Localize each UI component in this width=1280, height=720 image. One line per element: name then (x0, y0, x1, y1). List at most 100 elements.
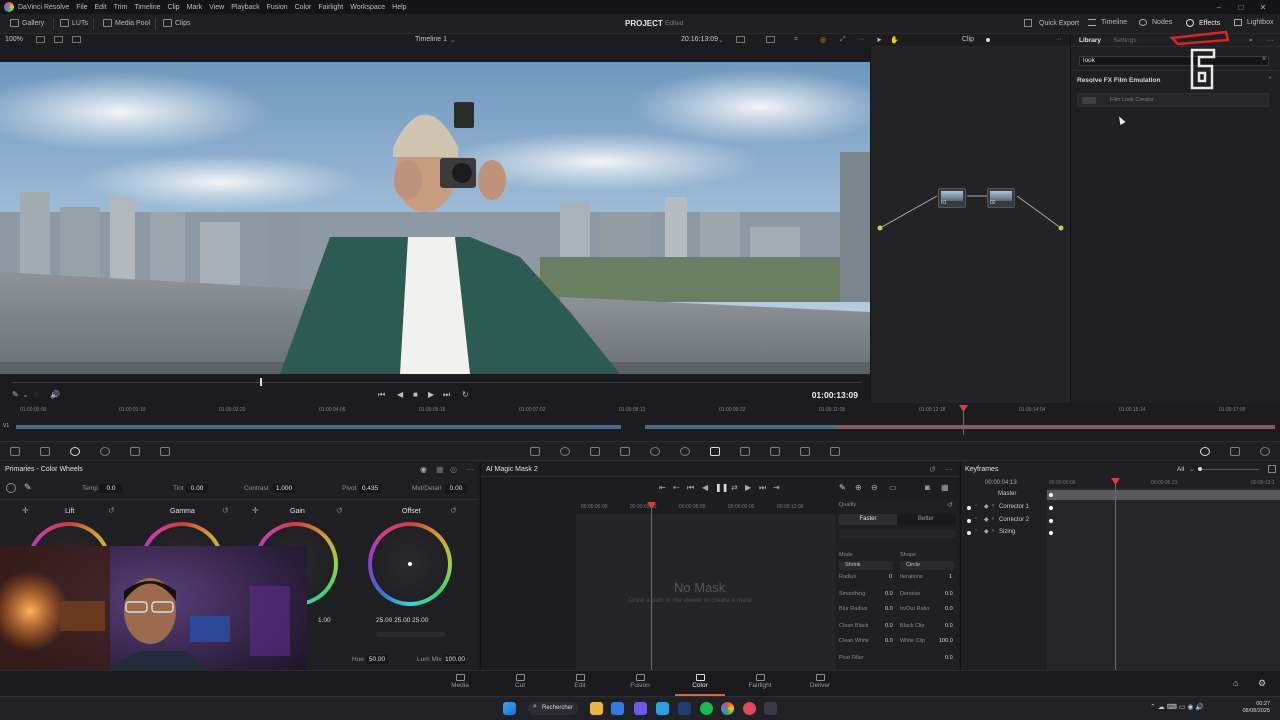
mask-grid-icon[interactable]: ▦ (941, 483, 949, 492)
loop-icon[interactable]: ⇄ (731, 483, 738, 492)
quality-option-field[interactable] (839, 530, 955, 538)
mini-timeline[interactable]: 01:00:00:00 01:00:01:10 01:00:02:20 01:0… (0, 403, 1280, 441)
contrast-field[interactable]: 1.000 (273, 484, 295, 493)
highlight-icon[interactable]: ◎ (820, 36, 826, 44)
menu-color[interactable]: Color (295, 4, 312, 11)
skip-back-icon[interactable]: ⏮ (378, 390, 385, 400)
menu-view[interactable]: View (209, 4, 224, 11)
tab-library[interactable]: Library (1079, 37, 1101, 44)
play-reverse-icon[interactable]: ◀ (397, 390, 403, 399)
white-clip-value[interactable]: 100.0 (939, 638, 953, 644)
keyframe-dot[interactable] (1049, 506, 1053, 510)
info-icon[interactable] (1260, 447, 1270, 456)
play-icon[interactable]: ▶ (745, 483, 751, 492)
lock-icon[interactable]: ▫ (975, 503, 977, 509)
monitor-icon[interactable] (766, 36, 775, 43)
color-match-icon[interactable] (40, 447, 50, 456)
chevron-down-icon[interactable]: ⌄ (22, 390, 29, 399)
offset-master-slider[interactable] (376, 632, 446, 637)
denoise-value[interactable]: 0.0 (945, 591, 953, 597)
blur-radius-value[interactable]: 0.0 (885, 606, 893, 612)
collapse-icon[interactable]: ⌃ (1267, 76, 1273, 84)
settings-gear-icon[interactable]: ⚙ (1258, 678, 1266, 689)
auto-balance-icon[interactable] (6, 483, 16, 493)
scrubber-head[interactable] (260, 378, 262, 386)
split-view-icon[interactable] (54, 36, 63, 43)
post-filter-value[interactable]: 0.0 (945, 655, 953, 661)
spotify-icon[interactable] (700, 702, 713, 715)
layout-icon[interactable] (736, 36, 745, 43)
tab-deliver[interactable]: Deliver (795, 674, 845, 689)
tracker-icon[interactable] (680, 447, 690, 456)
expand-icon[interactable] (1268, 465, 1276, 473)
rgb-mixer-icon[interactable] (130, 447, 140, 456)
magic-mask-icon[interactable] (710, 447, 720, 456)
lock-icon[interactable]: ▫ (975, 528, 977, 534)
node-02[interactable]: 02 (987, 188, 1015, 208)
reset-icon[interactable]: ↺ (450, 506, 457, 515)
node-editor[interactable]: 01 02 (870, 46, 1070, 404)
close-icon[interactable]: ✕ (1252, 3, 1274, 12)
keyframe-dot[interactable] (1049, 519, 1053, 523)
reset-icon[interactable]: ↺ (222, 506, 229, 515)
expand-row-icon[interactable]: › (992, 528, 994, 534)
keyframe-dot[interactable] (1049, 531, 1053, 535)
clean-black-value[interactable]: 0.0 (885, 623, 893, 629)
more-icon[interactable]: ··· (1055, 36, 1062, 43)
eyedropper-icon[interactable]: ✎ (12, 390, 19, 399)
lightbox-button[interactable]: Lightbox (1234, 19, 1273, 26)
keyframe-row-corrector1[interactable]: Corrector 1 (999, 504, 1029, 510)
track-prev-icon[interactable]: ⇠ (673, 483, 680, 492)
dual-view-icon[interactable] (72, 36, 81, 43)
lift-picker-icon[interactable]: ✛ (22, 506, 29, 515)
play-icon[interactable]: ▶ (428, 390, 434, 399)
clips-button[interactable]: Clips (163, 19, 191, 27)
gain-values[interactable]: 1.00 (318, 617, 331, 624)
pivot-field[interactable]: 0.435 (359, 484, 381, 493)
expand-row-icon[interactable]: › (992, 503, 994, 509)
skip-forward-icon[interactable]: ⏭ (443, 390, 450, 400)
chrome-icon[interactable] (721, 702, 734, 715)
mask-subtract-icon[interactable]: ⊖ (871, 483, 878, 492)
offset-wheel[interactable] (368, 522, 452, 606)
media-pool-button[interactable]: Media Pool (103, 19, 150, 27)
hand-icon[interactable]: ✋ (890, 36, 899, 44)
menu-mark[interactable]: Mark (187, 4, 203, 11)
better-button[interactable]: Better (897, 514, 955, 525)
tab-media[interactable]: Media (435, 674, 485, 689)
sizing-icon[interactable] (800, 447, 810, 456)
loop-icon[interactable]: ↻ (462, 390, 469, 399)
video-viewer[interactable] (0, 62, 870, 374)
clip-segment[interactable] (16, 425, 621, 429)
reset-icon[interactable]: ↺ (336, 506, 343, 515)
qualifier-icon[interactable] (590, 447, 600, 456)
window-icon[interactable] (650, 447, 660, 456)
tab-cut[interactable]: Cut (495, 674, 545, 689)
minimize-icon[interactable]: – (1208, 3, 1230, 12)
chevron-down-icon[interactable]: ⌄ (450, 36, 456, 44)
scrubber-track[interactable] (12, 382, 862, 383)
scopes-icon[interactable] (1230, 447, 1240, 456)
temp-field[interactable]: 0.0 (100, 484, 122, 493)
3d-icon[interactable] (830, 447, 840, 456)
tab-fusion[interactable]: Fusion (615, 674, 665, 689)
keyframe-row-corrector2[interactable]: Corrector 2 (999, 517, 1029, 523)
effects-category-title[interactable]: Resolve FX Film Emulation (1077, 77, 1160, 84)
hdr-wheels-icon[interactable] (100, 447, 110, 456)
visibility-dot[interactable] (967, 531, 971, 535)
black-clip-value[interactable]: 0.0 (945, 623, 953, 629)
expand-icon[interactable]: ⤢ (840, 36, 846, 44)
keyframe-diamond-icon[interactable]: ◆ (984, 503, 989, 510)
mask-pen-icon[interactable]: ✎ (839, 483, 846, 492)
color-wheels-icon[interactable] (70, 447, 80, 456)
more-icon[interactable]: ··· (858, 36, 865, 43)
nodes-button[interactable]: Nodes (1139, 19, 1172, 26)
visibility-dot[interactable] (967, 519, 971, 523)
reset-icon[interactable]: ↺ (947, 501, 953, 509)
eyedropper-icon[interactable] (620, 447, 630, 456)
zoom-select[interactable]: 100% (5, 36, 23, 43)
hue-field[interactable]: 50.00 (366, 655, 388, 664)
visibility-dot[interactable] (967, 506, 971, 510)
tab-color[interactable]: Color (675, 674, 725, 696)
menu-fairlight[interactable]: Fairlight (318, 4, 343, 11)
